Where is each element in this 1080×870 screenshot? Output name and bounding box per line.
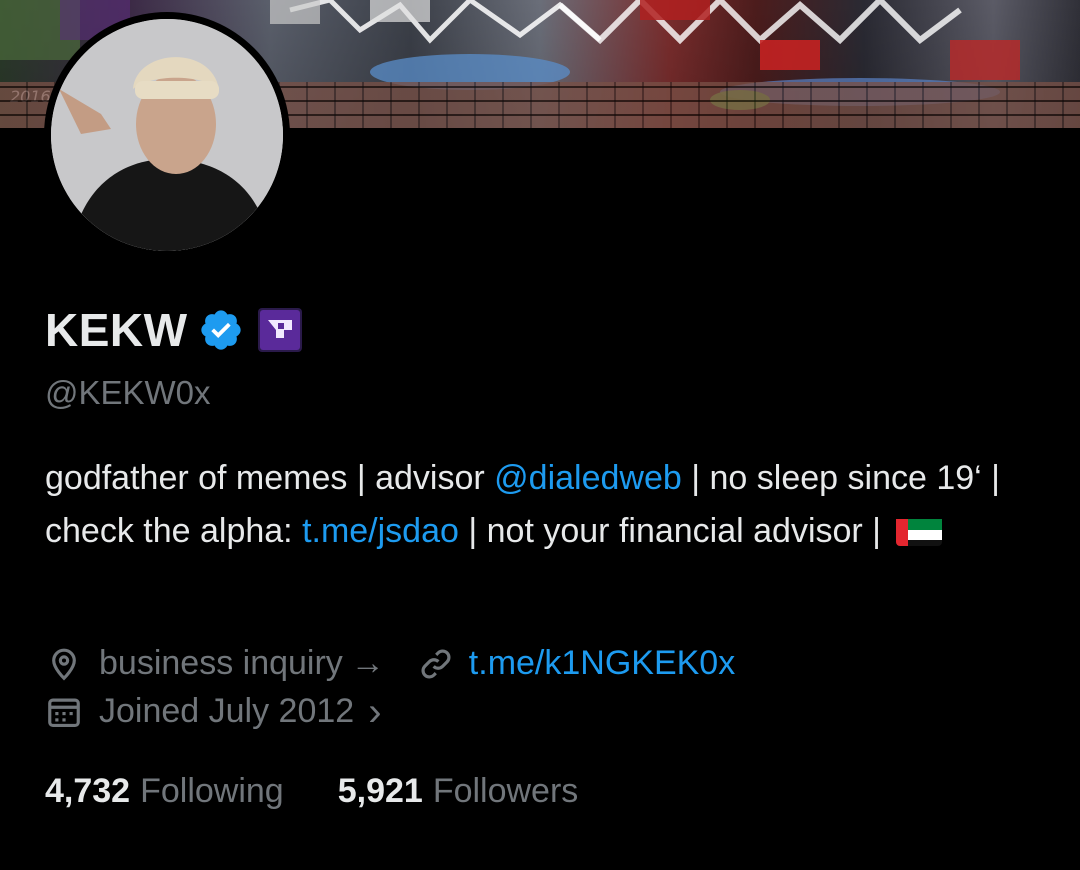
- profile-meta-location-row: business inquiry → t.me/k1NGKEK0x: [45, 644, 735, 683]
- profile-bio: godfather of memes | advisor @dialedweb …: [45, 452, 1035, 558]
- following-link[interactable]: 4,732 Following: [45, 772, 284, 811]
- bio-mention-link[interactable]: @dialedweb: [494, 459, 682, 497]
- website-link[interactable]: t.me/k1NGKEK0x: [469, 644, 735, 683]
- location-arrow-icon: →: [350, 644, 385, 682]
- followers-count: 5,921: [337, 772, 423, 810]
- location-pin-icon: [52, 648, 76, 680]
- affiliate-logo-icon[interactable]: [257, 308, 302, 352]
- bio-text-1: godfather of memes | advisor: [45, 459, 495, 497]
- profile-meta-joined-row: Joined July 2012 ›: [45, 692, 382, 732]
- follow-stats: 4,732 Following 5,921 Followers: [45, 772, 578, 811]
- following-label: Following: [140, 772, 284, 810]
- chevron-right-icon[interactable]: ›: [368, 692, 381, 732]
- bio-telegram-link[interactable]: t.me/jsdao: [302, 512, 459, 550]
- following-count: 4,732: [45, 772, 131, 810]
- joined-date[interactable]: Joined July 2012: [99, 692, 354, 731]
- display-name: KEKW: [45, 304, 188, 356]
- uae-flag-icon: [896, 514, 943, 546]
- verified-badge-icon[interactable]: [198, 307, 244, 353]
- followers-label: Followers: [432, 772, 579, 810]
- avatar[interactable]: [51, 19, 283, 251]
- link-icon: [421, 649, 451, 678]
- location-text: business inquiry: [99, 644, 343, 682]
- display-name-row: KEKW: [45, 302, 302, 358]
- followers-link[interactable]: 5,921 Followers: [338, 772, 579, 811]
- bio-text-3: | not your financial advisor |: [458, 512, 891, 550]
- calendar-icon: [48, 698, 80, 727]
- profile-handle: @KEKW0x: [45, 374, 211, 411]
- avatar-photo: [51, 19, 283, 251]
